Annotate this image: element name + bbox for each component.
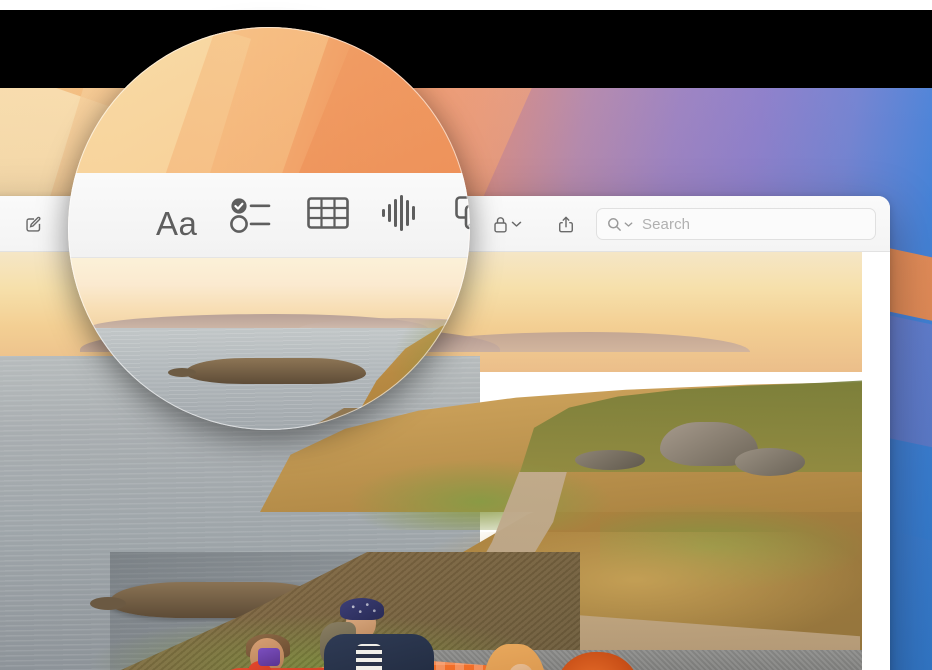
table-icon[interactable]	[306, 194, 350, 232]
photo-boulder	[735, 448, 805, 476]
loupe-island	[186, 358, 366, 384]
media-photos-icon[interactable]	[454, 194, 470, 232]
compose-note-icon[interactable]	[19, 210, 47, 238]
loupe-magnifier: Aa	[68, 27, 470, 430]
screenshot-stage: Search Aa	[0, 0, 932, 670]
photo-grass-patch	[350, 460, 610, 530]
search-chevron-down-icon[interactable]	[624, 221, 633, 228]
format-text-icon[interactable]: Aa	[156, 205, 197, 243]
loupe-wallpaper	[68, 27, 470, 365]
search-field[interactable]: Search	[596, 208, 876, 240]
top-white-strip	[0, 0, 932, 10]
audio-waveform-icon[interactable]	[380, 194, 420, 232]
checklist-icon[interactable]	[229, 194, 275, 236]
share-icon[interactable]	[552, 210, 580, 238]
loupe-photo	[68, 258, 470, 430]
lock-chevron-down-icon[interactable]	[508, 210, 524, 238]
search-icon	[607, 217, 622, 232]
photo-boulder	[575, 450, 645, 470]
loupe-island-small	[168, 368, 196, 377]
search-placeholder: Search	[642, 215, 691, 233]
